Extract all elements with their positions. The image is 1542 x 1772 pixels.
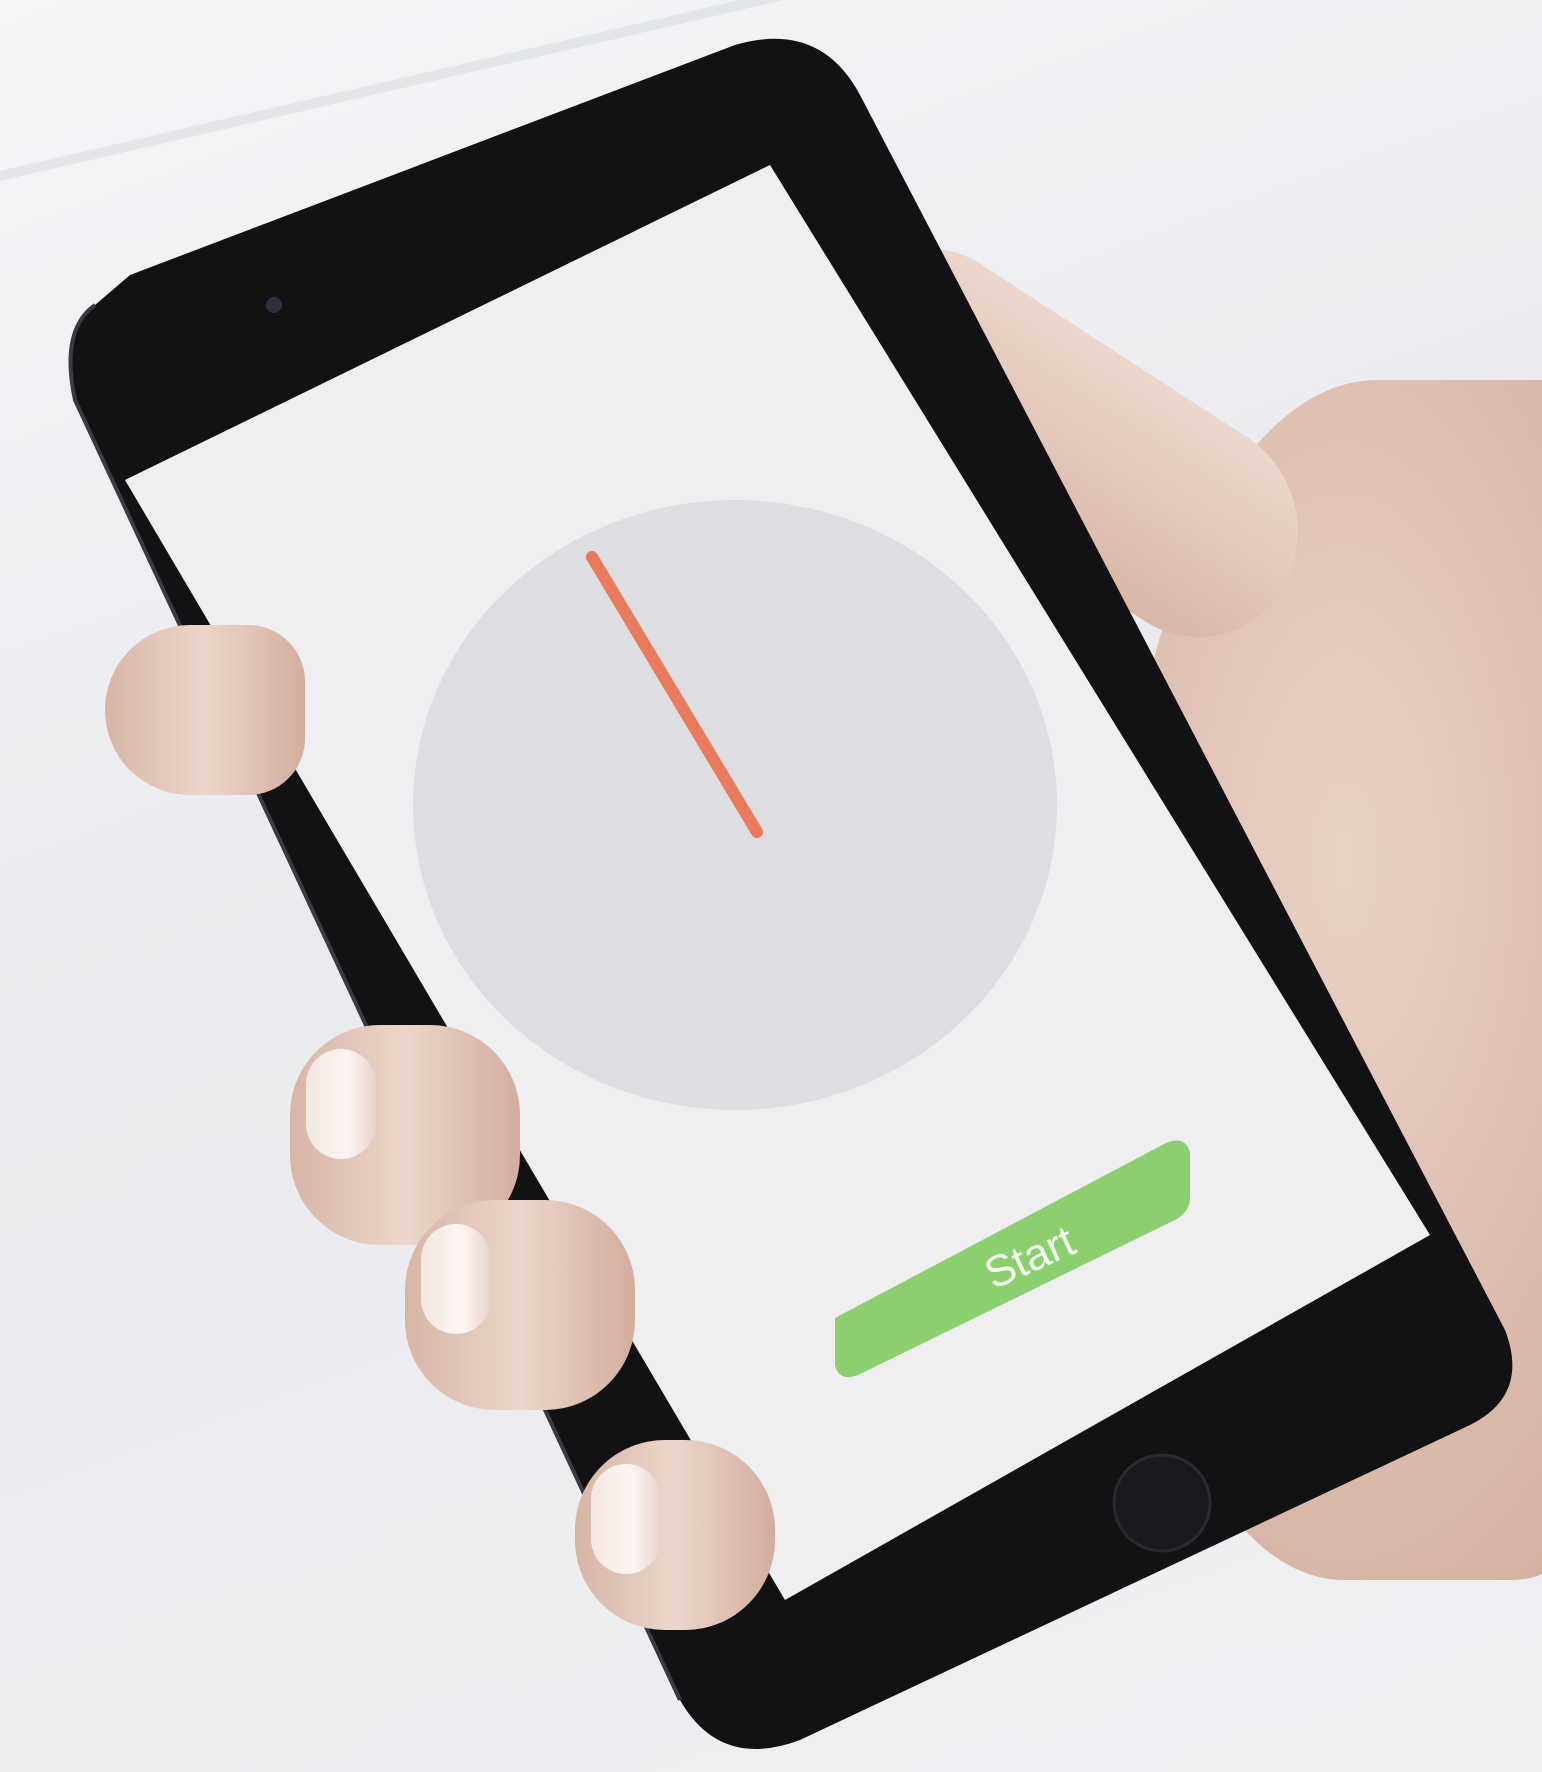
fingernail (591, 1464, 661, 1574)
photo-scene: Start (0, 0, 1542, 1772)
home-button[interactable] (1112, 1453, 1212, 1553)
hand-finger-pinky (575, 1440, 775, 1630)
hand-finger-ring (405, 1200, 635, 1410)
fingernail (421, 1224, 491, 1334)
hand-finger-index (105, 625, 305, 795)
front-camera-icon (266, 297, 282, 313)
fingernail (306, 1049, 376, 1159)
